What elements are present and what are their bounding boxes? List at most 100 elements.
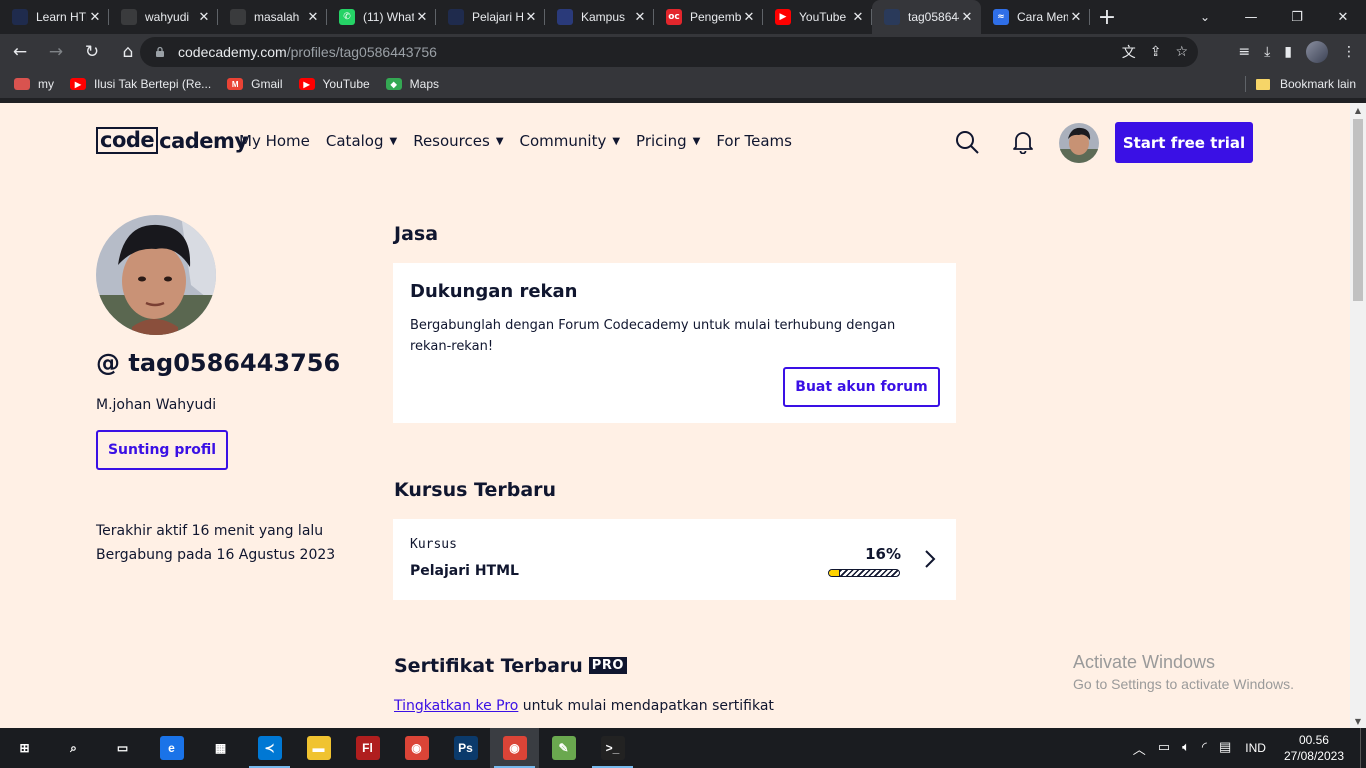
bell-icon[interactable] <box>1012 130 1034 154</box>
page-scrollbar[interactable]: ▲ ▼ <box>1350 103 1366 728</box>
upgrade-to-pro-link[interactable]: Tingkatkan ke Pro <box>394 698 518 714</box>
codecademy-logo[interactable]: code cademy <box>96 127 248 154</box>
close-icon[interactable]: ✕ <box>959 9 975 25</box>
reload-icon[interactable]: ↻ <box>76 36 108 68</box>
edit-profile-button[interactable]: Sunting profil <box>96 430 228 470</box>
taskbar-app[interactable]: ◉ <box>490 728 539 768</box>
bookmark-item[interactable]: ▶ YouTube <box>298 77 370 91</box>
scrollbar-thumb[interactable] <box>1353 119 1363 301</box>
system-tray: ︿ ▭ 🔈︎ ◜ ▤ IND 00.56 27/08/2023 <box>1133 728 1366 768</box>
minimize-icon[interactable]: — <box>1228 0 1274 34</box>
forward-icon[interactable]: → <box>40 36 72 68</box>
chevron-right-icon[interactable] <box>923 549 937 569</box>
main-nav: My Home Catalog ▼ Resources ▼ Community ▼ P… <box>239 129 792 153</box>
new-tab-icon[interactable]: + <box>1090 0 1124 34</box>
taskbar-app[interactable]: ✎ <box>539 728 588 768</box>
tab-title: tag0586443756 <box>908 10 959 24</box>
close-icon[interactable]: ✕ <box>632 9 648 25</box>
store-icon: ▦ <box>214 741 227 755</box>
recent-courses-heading: Kursus Terbaru <box>394 479 557 501</box>
taskbar-app[interactable]: ⌕ <box>49 728 98 768</box>
nav-resources[interactable]: Resources ▼ <box>413 129 503 153</box>
nav-for-teams[interactable]: For Teams <box>716 129 792 153</box>
close-icon[interactable]: ✕ <box>523 9 539 25</box>
taskbar-clock[interactable]: 00.56 27/08/2023 <box>1284 732 1344 764</box>
create-forum-account-button[interactable]: Buat akun forum <box>783 367 940 407</box>
share-icon[interactable]: ⇪ <box>1150 44 1162 60</box>
joined-date-text: Bergabung pada 16 Agustus 2023 <box>96 547 336 563</box>
close-icon[interactable]: ✕ <box>414 9 430 25</box>
input-language[interactable]: IND <box>1245 741 1266 755</box>
tray-icons: ︿ ▭ 🔈︎ ◜ ▤ <box>1133 739 1231 758</box>
course-kind-label: Kursus <box>410 537 457 552</box>
bookmark-star-icon[interactable]: ☆ <box>1175 44 1188 60</box>
notifications-icon[interactable]: ▤ <box>1219 739 1231 758</box>
caret-down-icon: ▼ <box>612 135 621 147</box>
nav-my-home[interactable]: My Home <box>239 129 310 153</box>
wifi-icon[interactable]: ◜ <box>1202 739 1207 758</box>
address-bar[interactable]: codecademy.com/profiles/tag0586443756 文 … <box>140 37 1198 67</box>
close-icon[interactable]: ✕ <box>850 9 866 25</box>
other-bookmarks-label: Bookmark lain <box>1279 77 1356 91</box>
reading-list-icon[interactable]: ≡ <box>1238 44 1250 60</box>
tab-title: masalah <box>254 10 300 24</box>
bookmark-item[interactable]: M Gmail <box>227 77 283 91</box>
bookmark-item[interactable]: ◆ Maps <box>385 77 439 91</box>
browser-tab[interactable]: wahyudi ✕ <box>109 0 218 34</box>
search-icon[interactable] <box>955 130 979 154</box>
translate-icon[interactable]: 文 <box>1122 42 1136 62</box>
browser-tab[interactable]: ≈ Cara Membuat✕ <box>981 0 1090 34</box>
course-card[interactable]: Kursus Pelajari HTML 16% <box>393 519 956 600</box>
taskbar-app[interactable]: ⊞ <box>0 728 49 768</box>
nav-user-avatar[interactable] <box>1059 123 1099 163</box>
taskbar-app[interactable]: Fl <box>343 728 392 768</box>
menu-kebab-icon[interactable]: ⋮ <box>1342 44 1356 60</box>
back-icon[interactable]: ← <box>4 36 36 68</box>
browser-tab[interactable]: Learn HTML✕ <box>0 0 109 34</box>
nav-catalog[interactable]: Catalog ▼ <box>326 129 397 153</box>
caret-down-icon: ▼ <box>389 135 398 147</box>
taskbar-app[interactable]: ◉ <box>392 728 441 768</box>
browser-tab[interactable]: masalah ✕ <box>218 0 327 34</box>
start-free-trial-button[interactable]: Start free trial <box>1115 122 1253 163</box>
taskbar-app[interactable]: Ps <box>441 728 490 768</box>
restore-icon[interactable]: ❐ <box>1274 0 1320 34</box>
browser-tab[interactable]: Pelajari HTML✕ <box>436 0 545 34</box>
taskbar-app[interactable]: ▦ <box>196 728 245 768</box>
taskbar-app[interactable]: ▬ <box>294 728 343 768</box>
nav-community[interactable]: Community ▼ <box>520 129 621 153</box>
nav-pricing[interactable]: Pricing ▼ <box>636 129 700 153</box>
browser-tab[interactable]: oc Pengembang✕ <box>654 0 763 34</box>
scroll-up-icon[interactable]: ▲ <box>1350 103 1366 117</box>
volume-icon[interactable]: 🔈︎ <box>1182 739 1190 758</box>
peer-support-text: Bergabunglah dengan Forum Codecademy unt… <box>410 318 896 354</box>
tab-search-chevron-icon[interactable]: ⌄ <box>1192 0 1218 34</box>
taskbar-app[interactable]: ▭ <box>98 728 147 768</box>
browser-tab[interactable]: Kampus ✕ <box>545 0 654 34</box>
close-window-icon[interactable]: ✕ <box>1320 0 1366 34</box>
taskbar-app[interactable]: ≺ <box>245 728 294 768</box>
bookmark-item[interactable]: my <box>14 77 54 91</box>
browser-profile-avatar[interactable] <box>1306 41 1328 63</box>
scroll-down-icon[interactable]: ▼ <box>1350 714 1366 728</box>
browser-tab[interactable]: ✆ (11) WhatsApp✕ <box>327 0 436 34</box>
nav-for-teams-label: For Teams <box>716 132 792 150</box>
close-icon[interactable]: ✕ <box>741 9 757 25</box>
taskbar-app[interactable]: >_ <box>588 728 637 768</box>
show-hidden-icons-icon[interactable]: ︿ <box>1133 739 1146 758</box>
start-icon: ⊞ <box>19 741 30 755</box>
close-icon[interactable]: ✕ <box>196 9 212 25</box>
side-panel-icon[interactable]: ▮ <box>1284 44 1292 60</box>
browser-tab[interactable]: tag0586443756✕ <box>872 0 981 34</box>
bookmark-item[interactable]: ▶ Ilusi Tak Bertepi (Re... <box>70 77 211 91</box>
youtube-icon: ▶ <box>70 78 86 90</box>
other-bookmarks[interactable]: Bookmark lain <box>1255 70 1356 98</box>
show-desktop-button[interactable] <box>1360 728 1366 768</box>
download-icon[interactable]: ⤓ <box>1264 44 1270 60</box>
close-icon[interactable]: ✕ <box>305 9 321 25</box>
close-icon[interactable]: ✕ <box>1068 9 1084 25</box>
close-icon[interactable]: ✕ <box>87 9 103 25</box>
browser-tab[interactable]: ▶ YouTube ✕ <box>763 0 872 34</box>
taskbar-app[interactable]: e <box>147 728 196 768</box>
battery-icon[interactable]: ▭ <box>1158 739 1170 758</box>
